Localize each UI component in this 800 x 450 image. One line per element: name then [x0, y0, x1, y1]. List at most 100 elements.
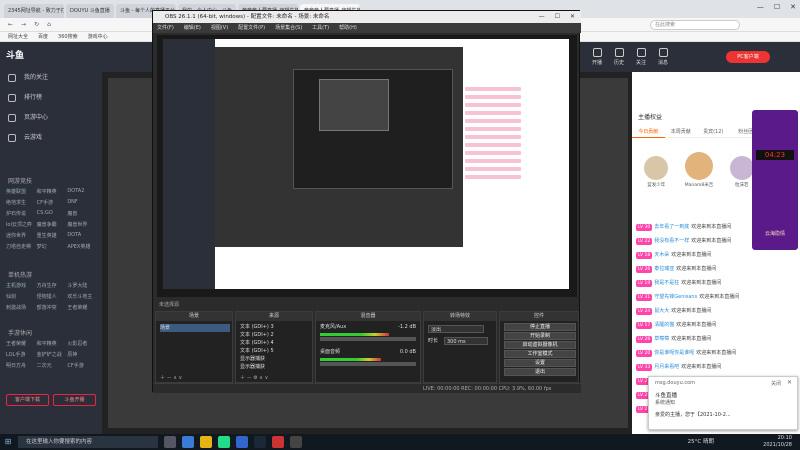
bookmark-item[interactable]: 百度	[38, 33, 48, 40]
category-item[interactable]: 刀塔自走棋	[6, 243, 37, 250]
virtual-camera-button[interactable]: 启动虚拟摄像机	[504, 341, 576, 349]
start-stream-button[interactable]: 斗鱼开播	[53, 394, 96, 406]
bookmark-item[interactable]: 游戏中心	[88, 33, 108, 40]
studio-mode-button[interactable]: 工作室模式	[504, 350, 576, 358]
tab-week[interactable]: 本周贡献	[664, 126, 697, 138]
chat-username[interactable]: 我没有看不一样	[654, 238, 689, 244]
source-item[interactable]: 显示器捕获	[240, 355, 265, 363]
gear-icon[interactable]: ⚙	[253, 375, 257, 381]
task-view-icon[interactable]	[164, 436, 176, 448]
refresh-icon[interactable]: ↻	[34, 21, 39, 28]
forward-icon[interactable]: →	[21, 21, 26, 28]
category-item[interactable]: 和平精英	[37, 188, 68, 195]
minimize-icon[interactable]: —	[539, 11, 545, 23]
steam-icon[interactable]	[254, 436, 266, 448]
chat-username[interactable]: 天木朵	[654, 252, 669, 258]
category-item[interactable]: 金铲铲之战	[37, 351, 68, 358]
bookmark-item[interactable]: 网址大全	[8, 33, 28, 40]
header-tool-history[interactable]: 历史	[610, 48, 628, 66]
site-logo[interactable]: 斗鱼	[6, 48, 96, 62]
chat-username[interactable]: 月月来看吧	[654, 364, 679, 370]
edge-icon[interactable]	[182, 436, 194, 448]
chat-username[interactable]: 守望先锋Genisans	[654, 294, 697, 300]
system-clock[interactable]: 20:10 2021/10/28	[763, 435, 792, 449]
header-tool-start[interactable]: 开播	[588, 48, 606, 66]
category-item[interactable]: 部落冲突	[37, 304, 68, 311]
category-item[interactable]: 炉石传说	[6, 210, 37, 217]
chat-username[interactable]: 草莓莓	[654, 336, 669, 342]
chat-username[interactable]: 泰拉瑞亚	[654, 266, 674, 272]
category-item[interactable]: 魔兽争霸	[37, 221, 68, 228]
download-client-button[interactable]: 客户端下载	[6, 394, 49, 406]
chat-username[interactable]: 我是不是狂	[654, 280, 679, 286]
scene-item[interactable]: 场景	[160, 324, 230, 332]
remove-icon[interactable]: －	[167, 375, 172, 381]
weather-widget[interactable]: 25°C 晴朗	[688, 437, 714, 445]
category-item[interactable]: 斗罗大陆	[67, 282, 98, 289]
category-item[interactable]: 主机游戏	[6, 282, 37, 289]
category-item[interactable]: 明日方舟	[6, 362, 37, 369]
category-item[interactable]: LOL手游	[6, 351, 37, 358]
remove-icon[interactable]: －	[247, 375, 252, 381]
source-item[interactable]: 显示器捕获	[240, 363, 265, 371]
volume-slider[interactable]	[320, 337, 416, 341]
contributor[interactable]: Manam8米吉	[685, 152, 713, 188]
settings-button[interactable]: 设置	[504, 359, 576, 367]
category-item[interactable]: CF手游	[67, 362, 98, 369]
category-item[interactable]: DOTA	[67, 232, 98, 239]
category-item[interactable]: 重生英雄	[37, 232, 68, 239]
category-item[interactable]: 欢乐斗地主	[67, 293, 98, 300]
browser-tab[interactable]: DOUYU 斗鱼直播	[66, 4, 114, 18]
chat-username[interactable]: 你是谁呢你是谁呢	[654, 350, 694, 356]
start-recording-button[interactable]: 开始录制	[504, 332, 576, 340]
category-item[interactable]: DOTA2	[67, 188, 98, 195]
maximize-icon[interactable]: ☐	[774, 3, 780, 11]
menu-view[interactable]: 视图(V)	[211, 23, 228, 33]
category-item[interactable]: 和平精英	[37, 340, 68, 347]
notification-popup[interactable]: msg.douyu.com 关闭 ✕ 斗鱼直播 系统通知 亲爱的主播，您于【20…	[648, 376, 798, 430]
sidebar-item-rank[interactable]: 排行榜	[0, 88, 102, 108]
close-icon[interactable]: ✕	[790, 3, 796, 11]
close-icon[interactable]: ✕	[787, 379, 792, 386]
obs-icon[interactable]	[290, 436, 302, 448]
category-item[interactable]: 王者荣耀	[6, 340, 37, 347]
source-item[interactable]: 文本 (GDI+) 2	[240, 331, 274, 339]
category-item[interactable]: lol云顶之弈	[6, 221, 37, 228]
pc-client-button[interactable]: PC客户端	[726, 51, 770, 63]
browser-search-input[interactable]: 在此搜索	[650, 20, 740, 30]
category-item[interactable]: APEX英雄	[67, 243, 98, 250]
menu-edit[interactable]: 编辑(E)	[184, 23, 201, 33]
menu-file[interactable]: 文件(F)	[157, 23, 174, 33]
menu-tools[interactable]: 工具(T)	[312, 23, 329, 33]
menu-profile[interactable]: 配置文件(P)	[238, 23, 265, 33]
douyu-icon[interactable]	[272, 436, 284, 448]
stop-streaming-button[interactable]: 停止直播	[504, 323, 576, 331]
minimize-icon[interactable]: —	[757, 3, 764, 11]
chat-username[interactable]: 清醒的猫	[654, 322, 674, 328]
source-item[interactable]: 文本 (GDI+) 5	[240, 347, 274, 355]
notification-close-button[interactable]: 关闭	[771, 380, 781, 387]
exit-button[interactable]: 退出	[504, 368, 576, 376]
back-icon[interactable]: ←	[8, 21, 13, 28]
add-icon[interactable]: ＋	[160, 375, 165, 381]
maximize-icon[interactable]: ☐	[555, 11, 560, 23]
home-icon[interactable]: ⌂	[47, 21, 51, 28]
chat-username[interactable]: 鼠大大	[654, 308, 669, 314]
obs-preview[interactable]	[157, 35, 577, 297]
browser-tab[interactable]: 2345网址导航 - 致力于打造百	[4, 4, 64, 18]
category-item[interactable]: 魔兽世界	[67, 221, 98, 228]
close-icon[interactable]: ✕	[570, 11, 575, 23]
transition-select[interactable]: 淡出	[428, 325, 484, 333]
category-item[interactable]: 仙剑	[6, 293, 37, 300]
category-item[interactable]: 英雄联盟	[6, 188, 37, 195]
down-icon[interactable]: ∨	[178, 375, 182, 381]
taskbar-search-input[interactable]: 在这里输入你要搜索的内容	[18, 436, 158, 448]
promo-banner[interactable]: 04:23 云海隐情	[752, 110, 798, 250]
wechat-icon[interactable]	[218, 436, 230, 448]
source-item[interactable]: 文本 (GDI+) 4	[240, 339, 274, 347]
tab-vip[interactable]: 贵宾(12)	[697, 126, 730, 138]
up-icon[interactable]: ∧	[173, 375, 177, 381]
folder-icon[interactable]	[200, 436, 212, 448]
duration-input[interactable]: 300 ms	[444, 337, 488, 345]
category-item[interactable]: 怪物猎人	[37, 293, 68, 300]
